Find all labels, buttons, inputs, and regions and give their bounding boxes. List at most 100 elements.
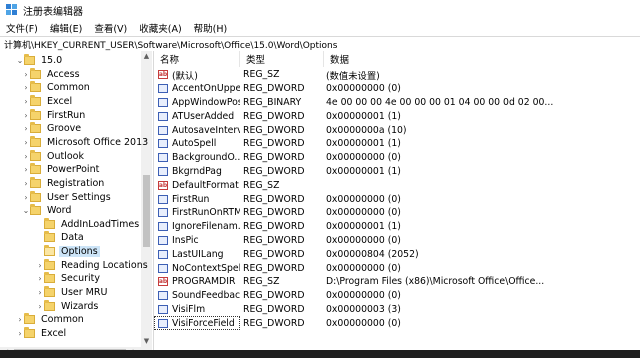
value-name-cell[interactable]: ATUserAdded [154,109,240,123]
tree-item[interactable]: › Excel [16,327,66,340]
values-list-pane[interactable]: 名称 类型 数据 ab (默认) REG_SZ (数值未设置) AccentOnUppe… [154,51,640,358]
column-header-name[interactable]: 名称 [154,51,240,67]
tree-item[interactable]: › User MRU [36,286,107,299]
table-row[interactable]: AccentOnUpper REG_DWORD 0x00000000 (0) [154,82,640,96]
value-name-cell[interactable]: AutosaveInterval [154,123,240,137]
menu-edit[interactable]: 编辑(E) [44,21,88,35]
tree-item-label: User MRU [61,287,108,299]
tree-item[interactable]: › Registration [22,176,104,190]
value-name-cell[interactable]: NoContextSpell [154,261,240,275]
table-row[interactable]: NoContextSpell REG_DWORD 0x00000000 (0) [154,261,640,275]
folder-icon [44,272,55,284]
value-name-cell[interactable]: IgnoreFilenam... [154,220,240,234]
chevron-right-icon[interactable]: › [36,261,44,270]
chevron-right-icon[interactable]: › [36,302,44,311]
chevron-right-icon[interactable]: › [22,97,30,106]
chevron-right-icon[interactable]: › [22,193,30,202]
table-row[interactable]: IgnoreFilenam... REG_DWORD 0x00000001 (1) [154,220,640,234]
chevron-down-icon[interactable]: ⌄ [16,56,24,65]
value-name-cell[interactable]: ab DefaultFormat [154,178,240,192]
binary-value-icon [158,153,168,163]
value-name-cell[interactable]: BkgrndPag [154,165,240,179]
table-row[interactable]: BackgroundO... REG_DWORD 0x00000000 (0) [154,151,640,165]
tree-item[interactable]: Options [36,245,100,258]
table-row[interactable]: LastUILang REG_DWORD 0x00000804 (2052) [154,247,640,261]
table-row[interactable]: BkgrndPag REG_DWORD 0x00000001 (1) [154,165,640,179]
value-name-cell[interactable]: ab PROGRAMDIR [154,275,240,289]
chevron-right-icon[interactable]: › [22,165,30,174]
tree-item[interactable]: › Security [36,272,100,285]
tree-item-label: Excel [41,328,67,339]
tree-item[interactable]: › FirstRun [22,108,85,122]
tree-item[interactable]: › User Settings [22,190,111,204]
tree-item[interactable]: ⌄ 15.0 [16,54,62,67]
column-header-type[interactable]: 类型 [240,51,324,67]
address-bar[interactable]: 计算机\HKEY_CURRENT_USER\Software\Microsoft… [0,36,640,52]
table-row[interactable]: VisiFlm REG_DWORD 0x00000003 (3) [154,303,640,317]
value-name-cell[interactable]: BackgroundO... [154,151,240,165]
table-row[interactable]: FirstRun REG_DWORD 0x00000000 (0) [154,192,640,206]
column-header-data[interactable]: 数据 [324,51,640,67]
key-tree-pane[interactable]: ▲ ▼ ◀ ▶ ⌄15.0›Access›Common›Excel›FirstR… [0,51,154,358]
scroll-up-arrow-icon[interactable]: ▲ [141,51,152,62]
chevron-right-icon[interactable]: › [22,179,30,188]
value-name-cell[interactable]: ab (默认) [154,68,240,82]
tree-item[interactable]: › Microsoft Office 2013 [22,135,149,149]
value-name-cell[interactable]: AutoSpell [154,137,240,151]
tree-item[interactable]: AddInLoadTimes [36,217,139,231]
table-row[interactable]: ab PROGRAMDIR REG_SZ D:\Program Files (x86)… [154,275,640,289]
tree-vertical-scrollbar[interactable]: ▲ ▼ [141,51,152,358]
scroll-down-arrow-icon[interactable]: ▼ [141,336,152,347]
chevron-right-icon[interactable]: › [22,124,30,133]
value-name-cell[interactable]: FirstRun [154,192,240,206]
chevron-right-icon[interactable]: › [36,274,44,283]
table-row[interactable]: ATUserAdded REG_DWORD 0x00000001 (1) [154,109,640,123]
menu-favorites[interactable]: 收藏夹(A) [133,21,187,35]
chevron-right-icon[interactable]: › [22,83,30,92]
value-name-cell[interactable]: AccentOnUpper [154,82,240,96]
table-row[interactable]: AutoSpell REG_DWORD 0x00000001 (1) [154,137,640,151]
tree-vertical-scroll-thumb[interactable] [143,175,150,247]
chevron-down-icon[interactable]: ⌄ [22,206,30,215]
chevron-right-icon[interactable]: › [22,152,30,161]
chevron-right-icon[interactable]: › [36,288,44,297]
value-name-cell[interactable]: InsPic [154,234,240,248]
table-row[interactable]: SoundFeedback REG_DWORD 0x00000000 (0) [154,289,640,303]
tree-item[interactable]: › Common [16,313,84,326]
table-row[interactable]: AppWindowPos REG_BINARY 4e 00 00 00 4e 00 … [154,96,640,110]
tree-item[interactable]: › Wizards [36,299,98,313]
menu-file[interactable]: 文件(F) [0,21,44,35]
value-name-cell[interactable]: SoundFeedback [154,289,240,303]
binary-value-icon [158,263,168,273]
tree-item[interactable]: ⌄ Word [22,204,71,217]
chevron-right-icon[interactable]: › [22,111,30,120]
tree-item[interactable]: › Reading Locations [36,258,148,272]
value-name-cell[interactable]: VisiFlm [154,303,240,317]
chevron-right-icon[interactable]: › [22,70,30,79]
table-row[interactable]: ab (默认) REG_SZ (数值未设置) [154,68,640,82]
address-path[interactable]: 计算机\HKEY_CURRENT_USER\Software\Microsoft… [0,38,337,51]
value-name-cell[interactable]: LastUILang [154,247,240,261]
tree-item[interactable]: Data [36,231,84,244]
tree-item[interactable]: › PowerPoint [22,163,99,176]
menu-view[interactable]: 查看(V) [88,21,133,35]
value-name-cell[interactable]: FirstRunOnRTM [154,206,240,220]
value-name-cell[interactable]: VisiForceField [154,316,240,331]
table-row[interactable]: InsPic REG_DWORD 0x00000000 (0) [154,234,640,248]
menu-help[interactable]: 帮助(H) [188,21,234,35]
table-row[interactable]: VisiForceField REG_DWORD 0x00000000 (0) [154,316,640,331]
table-row[interactable]: AutosaveIntervalREG_DWORD 0x0000000a (10) [154,123,640,137]
tree-item[interactable]: › Groove [22,122,81,135]
chevron-right-icon[interactable]: › [16,315,24,324]
tree-item[interactable]: › Outlook [22,149,84,163]
tree-item-label: Microsoft Office 2013 [47,136,149,148]
chevron-right-icon[interactable]: › [22,138,30,147]
table-row[interactable]: FirstRunOnRTM REG_DWORD 0x00000000 (0) [154,206,640,220]
chevron-right-icon[interactable]: › [16,329,24,338]
table-row[interactable]: ab DefaultFormat REG_SZ [154,178,640,192]
tree-item[interactable]: › Excel [22,94,72,108]
folder-icon [24,327,35,338]
tree-item[interactable]: › Common [22,81,90,94]
tree-item[interactable]: › Access [22,67,80,81]
value-name-cell[interactable]: AppWindowPos [154,96,240,110]
